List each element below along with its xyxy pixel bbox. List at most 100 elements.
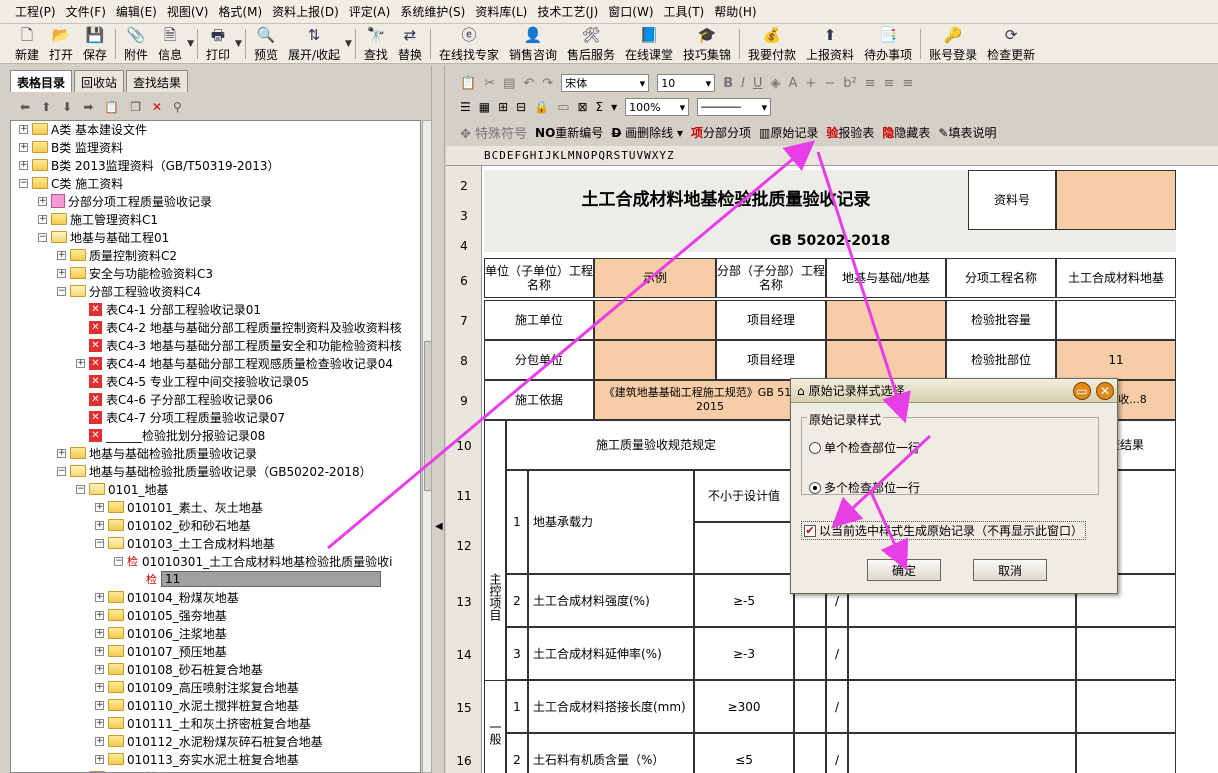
row-insert-icon[interactable]: ☰ <box>460 100 471 114</box>
toolbar-button[interactable]: 📎 附件 <box>119 25 153 63</box>
tree-node[interactable]: +010113_夯实水泥土桩复合地基 <box>95 750 299 768</box>
split-icon[interactable]: ⊟ <box>516 100 526 114</box>
expand-toggle-icon[interactable]: + <box>95 682 104 692</box>
minus-icon[interactable]: − <box>824 76 835 91</box>
expand-toggle-icon[interactable]: − <box>76 484 85 494</box>
tree-node[interactable]: ✕ 表C4-6 子分部工程验收记录06 <box>76 390 273 408</box>
toolbar-button[interactable]: 🔭 查找 <box>359 25 393 63</box>
tree-node[interactable]: ✕ ______检验批划分报验记录08 <box>76 426 265 444</box>
tree-node[interactable]: ✕ 表C4-1 分部工程验收记录01 <box>76 300 261 318</box>
expand-toggle-icon[interactable]: + <box>57 250 66 260</box>
font-color-icon[interactable]: A <box>788 76 797 91</box>
toolbar-button[interactable]: 🔍 预览 <box>249 25 283 63</box>
check-result[interactable] <box>1076 627 1176 680</box>
radio-single-row[interactable]: 单个检查部位一行 <box>809 439 920 456</box>
unit-value[interactable]: 示例 <box>594 258 716 298</box>
toolbar-button[interactable]: 🖶 打印 <box>201 25 235 63</box>
toolbar-button[interactable]: 🔑 账号登录 <box>924 25 982 63</box>
toolbar-button[interactable]: 💾 保存 <box>78 25 112 63</box>
merge-icon[interactable]: ⊞ <box>498 100 508 114</box>
toolbar-button[interactable]: 👤 销售咨询 <box>504 25 562 63</box>
expand-toggle-icon[interactable]: + <box>19 142 28 152</box>
add-table-icon[interactable]: 📋 <box>104 100 119 114</box>
arrow-up-icon[interactable]: ⬆ <box>41 100 51 114</box>
tab-table-catalog[interactable]: 表格目录 <box>10 70 73 92</box>
tree-node[interactable]: − 地基与基础工程01 <box>38 228 169 246</box>
tree-node[interactable]: +010107_预压地基 <box>95 642 227 660</box>
expand-toggle-icon[interactable]: + <box>38 214 47 224</box>
expand-toggle-icon[interactable]: + <box>95 646 104 656</box>
close-button[interactable]: ✕ <box>1096 382 1114 400</box>
menu-item[interactable]: 评定(A) <box>344 3 396 20</box>
toolbar-button[interactable]: ⇄ 替换 <box>393 25 427 63</box>
italic-icon[interactable]: I <box>741 76 745 91</box>
menu-item[interactable]: 编辑(E) <box>111 3 162 20</box>
expand-toggle-icon[interactable]: + <box>95 700 104 710</box>
tree-node[interactable]: − 分部工程验收资料C4 <box>57 282 201 300</box>
line-style-select[interactable]: ────── ▾ <box>697 98 772 116</box>
toolbar-button[interactable]: ⟳ 检查更新 <box>982 25 1040 63</box>
toolbar-button[interactable]: 📂 打开 <box>44 25 78 63</box>
tree-node[interactable]: +010106_注浆地基 <box>95 624 227 642</box>
menu-item[interactable]: 文件(F) <box>61 3 111 20</box>
arrow-down-icon[interactable]: ⬇ <box>62 100 72 114</box>
tree-node[interactable]: − 010103_土工合成材料地基 <box>95 534 275 552</box>
check-result[interactable] <box>1076 680 1176 733</box>
expand-toggle-icon[interactable]: + <box>95 628 104 638</box>
item-name-value[interactable]: 土工合成材料地基 <box>1056 258 1176 298</box>
lock-icon[interactable]: 🔒 <box>534 100 549 114</box>
tree-node[interactable]: + 地基与基础检验批质量验收记录 <box>57 444 257 462</box>
arrow-right-icon[interactable]: ➡ <box>83 100 93 114</box>
min-sample[interactable] <box>794 627 826 680</box>
redo-icon[interactable]: ↷ <box>542 76 553 91</box>
tree-node[interactable]: ✕ 表C4-5 专业工程中间交接验收记录05 <box>76 372 309 390</box>
check-record[interactable] <box>848 680 1076 733</box>
expand-toggle-icon[interactable]: + <box>57 448 66 458</box>
expand-toggle-icon[interactable]: + <box>95 754 104 764</box>
fill-color-icon[interactable]: ◈ <box>770 76 780 91</box>
tree-node[interactable]: + ✕ 表C4-4 地基与基础分部工程观感质量检查验收记录04 <box>76 354 393 372</box>
toolbar-button[interactable]: ⓔ 在线找专家 <box>434 25 504 63</box>
tree-node[interactable]: + B类 监理资料 <box>19 138 123 156</box>
expand-toggle-icon[interactable]: − <box>57 466 66 476</box>
sub-project-value[interactable]: 地基与基础/地基 <box>826 258 946 298</box>
expand-toggle-icon[interactable]: − <box>19 178 28 188</box>
zoom-select[interactable]: 100% ▾ <box>625 98 690 116</box>
expand-toggle-icon[interactable]: + <box>57 268 66 278</box>
cancel-button[interactable]: 取消 <box>973 559 1047 581</box>
inspection-form-button[interactable]: 验报验表 <box>826 124 874 141</box>
expand-toggle-icon[interactable]: + <box>19 124 28 134</box>
toolbar-button[interactable]: 🎓 技巧集锦 <box>678 25 736 63</box>
toolbar-button[interactable]: ⬆ 上报资料 <box>801 25 859 63</box>
tree-node[interactable]: +010110_水泥土搅拌桩复合地基 <box>95 696 299 714</box>
col-insert-icon[interactable]: ▦ <box>479 100 490 114</box>
collapse-left-icon[interactable]: ◀ <box>435 521 443 532</box>
expand-toggle-icon[interactable]: + <box>95 520 104 530</box>
tree-node[interactable]: − 检 01010301_土工合成材料地基检验批质量验收i <box>114 552 392 570</box>
font-size-select[interactable]: 10 ▾ <box>657 74 716 92</box>
tab-recycle-bin[interactable]: 回收站 <box>74 70 125 92</box>
expand-toggle-icon[interactable]: + <box>95 502 104 512</box>
subcontract-value[interactable] <box>594 340 716 380</box>
panel-splitter[interactable]: ◀ <box>431 66 445 773</box>
special-symbol-button[interactable]: ✥ 特殊符号 <box>460 123 527 142</box>
underline-icon[interactable]: U <box>753 76 763 91</box>
chevron-down-icon[interactable]: ▼ <box>235 39 242 49</box>
min-sample[interactable] <box>794 680 826 733</box>
tree-node[interactable]: + A类 基本建设文件 <box>19 121 147 138</box>
ok-button[interactable]: 确定 <box>867 559 941 581</box>
hide-table-button[interactable]: 隐隐藏表 <box>882 124 930 141</box>
expand-toggle-icon[interactable]: + <box>95 592 104 602</box>
location-value[interactable]: 11 <box>1056 340 1176 380</box>
expand-toggle-icon[interactable]: − <box>95 538 104 548</box>
tree-node[interactable]: ✕ 表C4-7 分项工程质量验收记录07 <box>76 408 285 426</box>
clipboard-icon[interactable]: ▤ <box>503 76 515 91</box>
radio-multi-row[interactable]: 多个检查部位一行 <box>809 479 920 496</box>
menu-item[interactable]: 帮助(H) <box>709 3 761 20</box>
pm2-value[interactable] <box>826 340 946 380</box>
doc-number-value[interactable] <box>1056 170 1176 230</box>
tree-node[interactable]: +010101_素土、灰土地基 <box>95 498 263 516</box>
menu-item[interactable]: 格式(M) <box>213 3 267 20</box>
tree-node[interactable]: − 地基与基础检验批质量验收记录（GB50202-2018） <box>57 462 372 480</box>
tree-node[interactable]: ✕ 表C4-2 地基与基础分部工程质量控制资料及验收资料核 <box>76 318 402 336</box>
